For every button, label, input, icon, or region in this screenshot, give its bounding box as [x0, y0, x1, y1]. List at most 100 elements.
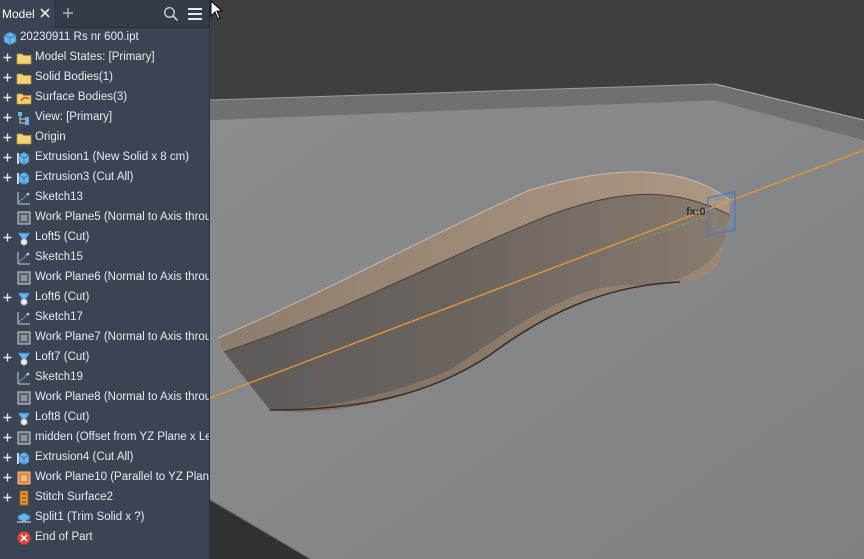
tree-root-label: 20230911 Rs nr 600.ipt: [20, 31, 139, 43]
view-icon: [18, 112, 29, 125]
tree-item-label: View: [Primary]: [35, 111, 113, 123]
part-icon: [3, 31, 17, 46]
workplane-icon: [17, 331, 31, 345]
tree-item[interactable]: Loft7 (Cut): [0, 348, 209, 368]
expand-plus-icon[interactable]: [3, 453, 12, 462]
tree-item[interactable]: midden (Offset from YZ Plane x Leng: [0, 428, 209, 448]
tree-item[interactable]: View: [Primary]: [0, 108, 209, 128]
tree-item-label: Extrusion4 (Cut All): [35, 451, 134, 463]
tree-item-label: Work Plane6 (Normal to Axis through: [35, 271, 209, 283]
expand-plus-icon[interactable]: [3, 73, 12, 82]
folder-icon: [16, 73, 32, 85]
tree-item[interactable]: Work Plane8 (Normal to Axis through: [0, 388, 209, 408]
tree-item-label: Extrusion3 (Cut All): [35, 171, 134, 183]
tree-item[interactable]: Work Plane5 (Normal to Axis through: [0, 208, 209, 228]
tree-item[interactable]: Work Plane10 (Parallel to YZ Plane th: [0, 468, 209, 488]
workplane-orange-icon: [17, 471, 31, 485]
tree-item-label: Solid Bodies(1): [35, 71, 113, 83]
surface-folder-icon: [16, 93, 32, 105]
tree-item-label: Loft5 (Cut): [35, 231, 90, 243]
loft-icon: [17, 232, 31, 246]
expand-plus-icon[interactable]: [3, 93, 12, 102]
extrusion-icon: [17, 451, 30, 466]
add-tab-icon[interactable]: [61, 6, 75, 20]
tree-item-label: Split1 (Trim Solid x ?): [35, 511, 145, 523]
tree-item-label: Sketch15: [35, 251, 83, 263]
stitch-icon: [19, 490, 29, 506]
tree-item-label: Work Plane5 (Normal to Axis through: [35, 211, 209, 223]
tree-item[interactable]: Model States: [Primary]: [0, 48, 209, 68]
tab-model[interactable]: Model: [0, 0, 56, 28]
expand-plus-icon[interactable]: [3, 133, 12, 142]
tree-item[interactable]: Solid Bodies(1): [0, 68, 209, 88]
folder-icon: [16, 53, 32, 65]
search-icon[interactable]: [163, 6, 179, 22]
tab-model-label: Model: [2, 7, 35, 21]
tree-item[interactable]: Extrusion4 (Cut All): [0, 448, 209, 468]
hamburger-menu-icon[interactable]: [187, 6, 203, 22]
tree-item[interactable]: End of Part: [0, 528, 209, 548]
expand-plus-icon[interactable]: [3, 413, 12, 422]
tree-item-label: Stitch Surface2: [35, 491, 113, 503]
expand-plus-icon[interactable]: [3, 433, 12, 442]
folder-icon: [16, 133, 32, 145]
tree-item[interactable]: Split1 (Trim Solid x ?): [0, 508, 209, 528]
close-icon[interactable]: [38, 6, 52, 20]
tree-item[interactable]: Work Plane6 (Normal to Axis through: [0, 268, 209, 288]
3d-viewport[interactable]: fx:0: [210, 0, 864, 559]
tree-item[interactable]: Loft5 (Cut): [0, 228, 209, 248]
sketch-icon: [17, 252, 30, 265]
tree-item[interactable]: Sketch15: [0, 248, 209, 268]
sketch-icon: [17, 192, 30, 205]
workplane-icon: [17, 431, 31, 445]
workplane-icon: [17, 211, 31, 225]
tree-item[interactable]: Sketch13: [0, 188, 209, 208]
tree-item[interactable]: Extrusion3 (Cut All): [0, 168, 209, 188]
tree-item-label: Work Plane7 (Normal to Axis through: [35, 331, 209, 343]
tree-item[interactable]: Loft8 (Cut): [0, 408, 209, 428]
tree-item-label: Sketch17: [35, 311, 83, 323]
extrusion-icon: [17, 171, 30, 186]
tree-item-label: Work Plane8 (Normal to Axis through: [35, 391, 209, 403]
expand-plus-icon[interactable]: [3, 53, 12, 62]
extrusion-icon: [17, 151, 30, 166]
tree-item-label: Model States: [Primary]: [35, 51, 155, 63]
expand-plus-icon[interactable]: [3, 353, 12, 362]
tree-item[interactable]: Sketch19: [0, 368, 209, 388]
expand-plus-icon[interactable]: [3, 173, 12, 182]
tree-item[interactable]: Surface Bodies(3): [0, 88, 209, 108]
tree-item-label: Loft8 (Cut): [35, 411, 90, 423]
tree-item-label: midden (Offset from YZ Plane x Leng: [35, 431, 209, 443]
tree-item[interactable]: Sketch17: [0, 308, 209, 328]
tree-item[interactable]: Loft6 (Cut): [0, 288, 209, 308]
end-of-part-icon: [17, 531, 31, 545]
expand-plus-icon[interactable]: [3, 473, 12, 482]
tree-item-label: Work Plane10 (Parallel to YZ Plane th: [35, 471, 209, 483]
tree-item[interactable]: Stitch Surface2: [0, 488, 209, 508]
expand-plus-icon[interactable]: [3, 153, 12, 162]
mouse-cursor-icon: [210, 0, 224, 20]
tree-item-label: Extrusion1 (New Solid x 8 cm): [35, 151, 190, 163]
browser-tab-bar: Model: [0, 0, 209, 28]
expand-plus-icon[interactable]: [3, 293, 12, 302]
tree-item-label: Loft6 (Cut): [35, 291, 90, 303]
tree-item-label: End of Part: [35, 531, 93, 543]
tree-item-label: Surface Bodies(3): [35, 91, 128, 103]
loft-icon: [17, 292, 31, 306]
dimension-label: fx:0: [686, 206, 706, 218]
expand-plus-icon[interactable]: [3, 493, 12, 502]
tree-item[interactable]: Origin: [0, 128, 209, 148]
expand-plus-icon[interactable]: [3, 113, 12, 122]
expand-plus-icon[interactable]: [3, 233, 12, 242]
tree-item[interactable]: Extrusion1 (New Solid x 8 cm): [0, 148, 209, 168]
loft-icon: [17, 352, 31, 366]
loft-icon: [17, 412, 31, 426]
model-browser: Model 20230911 Rs nr 600.ipt Model State…: [0, 0, 210, 559]
tree-item-label: Sketch13: [35, 191, 83, 203]
sketch-icon: [17, 372, 30, 385]
tree-item-label: Sketch19: [35, 371, 83, 383]
tree-item-label: Loft7 (Cut): [35, 351, 90, 363]
tree-item[interactable]: Work Plane7 (Normal to Axis through: [0, 328, 209, 348]
tree-root-part[interactable]: 20230911 Rs nr 600.ipt: [0, 28, 209, 48]
tree-item-label: Origin: [35, 131, 66, 143]
